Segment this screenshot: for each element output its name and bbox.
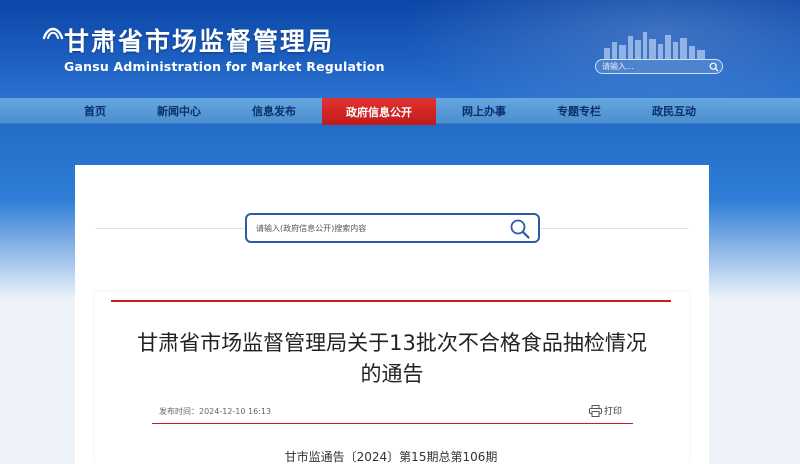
printer-icon bbox=[589, 404, 602, 417]
skyline-illustration bbox=[604, 32, 705, 60]
nav-item-interaction[interactable]: 政民互动 bbox=[617, 98, 731, 124]
gov-info-search-input[interactable] bbox=[256, 223, 496, 233]
article-container: 甘肃省市场监督管理局关于13批次不合格食品抽检情况的通告 发布时间：2024-1… bbox=[95, 292, 689, 464]
main-nav: 首页 新闻中心 信息发布 政府信息公开 网上办事 专题专栏 政民互动 bbox=[0, 98, 800, 125]
search-icon[interactable] bbox=[709, 62, 719, 72]
article-title: 甘肃省市场监督管理局关于13批次不合格食品抽检情况的通告 bbox=[137, 331, 647, 386]
document-number: 甘市监通告〔2024〕第15期总第106期 bbox=[284, 450, 498, 464]
emblem-icon bbox=[42, 27, 64, 40]
search-icon[interactable] bbox=[509, 218, 531, 240]
publish-time: 发布时间：2024-12-10 16:13 bbox=[159, 407, 272, 416]
print-label[interactable]: 打印 bbox=[604, 404, 622, 417]
nav-item-gov-info[interactable]: 政府信息公开 bbox=[322, 98, 436, 125]
article-divider bbox=[152, 423, 633, 424]
site-title[interactable]: 甘肃省市场监督管理局 bbox=[64, 22, 334, 58]
gov-info-search-box[interactable] bbox=[245, 213, 540, 243]
article-card: 甘肃省市场监督管理局关于13批次不合格食品抽检情况的通告 发布时间：2024-1… bbox=[111, 300, 671, 464]
header-search-box[interactable] bbox=[595, 59, 723, 74]
site-subtitle: Gansu Administration for Market Regulati… bbox=[64, 59, 385, 74]
site-header: 甘肃省市场监督管理局 Gansu Administration for Mark… bbox=[0, 0, 800, 98]
header-search-input[interactable] bbox=[602, 62, 702, 71]
nav-item-info-release[interactable]: 信息发布 bbox=[217, 98, 331, 124]
print-button[interactable]: 打印 bbox=[589, 404, 622, 417]
